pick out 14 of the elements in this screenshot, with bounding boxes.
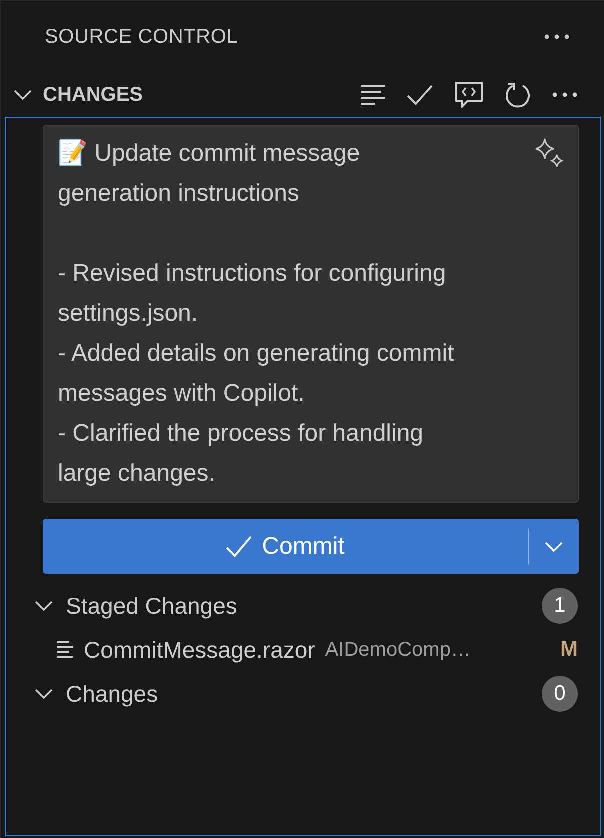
status-letter: M xyxy=(560,638,578,662)
sparkle-icon[interactable] xyxy=(534,138,564,168)
count-badge: 1 xyxy=(542,588,578,624)
count-badge: 0 xyxy=(542,676,578,712)
commit-message-field[interactable]: 📝 Update commit message generation instructions - Revised instructions for configuring settings.json. - Added details on generating commit messages with Copilot. - Clarified the process for handling large changes. xyxy=(43,125,579,503)
group-label[interactable]: Changes xyxy=(66,680,532,708)
file-path: AIDemoComp… xyxy=(325,638,472,662)
group-label[interactable]: Staged Changes xyxy=(66,592,532,620)
commit-button[interactable]: Commit xyxy=(43,519,528,574)
file-lines-icon xyxy=(56,640,74,660)
section-title[interactable]: CHANGES xyxy=(43,84,356,106)
view-title: SOURCE CONTROL xyxy=(45,26,238,48)
file-name[interactable]: CommitMessage.razor xyxy=(84,636,316,664)
check-icon xyxy=(226,534,252,558)
